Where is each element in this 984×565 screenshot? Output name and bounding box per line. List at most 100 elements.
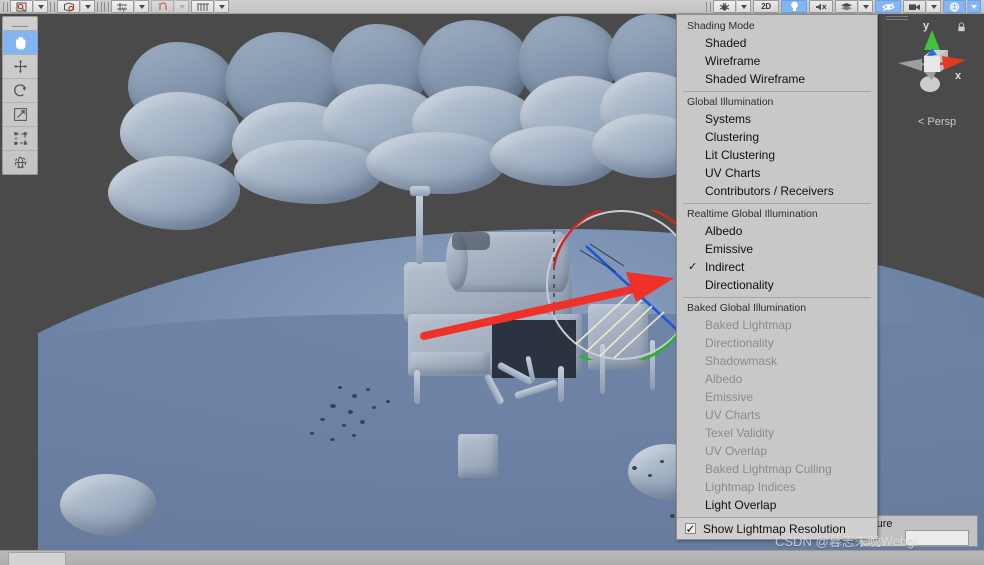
audio-mute-icon bbox=[816, 3, 827, 10]
menu-item-label: Directionality bbox=[705, 278, 774, 292]
menu-item-shaded-wireframe[interactable]: Shaded Wireframe bbox=[677, 70, 877, 88]
camera-settings-arrow[interactable] bbox=[927, 0, 941, 13]
menu-item-baked-lightmap-culling: Baked Lightmap Culling bbox=[677, 460, 877, 478]
pivot-rotation-arrow[interactable] bbox=[34, 0, 48, 13]
menu-item-albedo: Albedo bbox=[677, 370, 877, 388]
rotate-tool[interactable] bbox=[3, 78, 37, 102]
transform-tool[interactable] bbox=[3, 150, 37, 174]
menu-section-header: Global Illumination bbox=[687, 96, 774, 108]
show-lightmap-resolution-row[interactable]: ✓ Show Lightmap Resolution bbox=[677, 517, 877, 539]
debris-speck bbox=[348, 410, 353, 414]
bug-icon bbox=[719, 2, 730, 11]
menu-item-albedo[interactable]: Albedo bbox=[677, 222, 877, 240]
menu-item-lit-clustering[interactable]: Lit Clustering bbox=[677, 146, 877, 164]
scene-audio-toggle[interactable] bbox=[809, 0, 833, 13]
debug-draw-modes-button[interactable] bbox=[713, 0, 736, 13]
pivot-mode-dropdown[interactable] bbox=[57, 0, 80, 13]
snap-increment-arrow[interactable] bbox=[175, 0, 189, 13]
2d-toggle-button[interactable]: 2D bbox=[753, 0, 779, 13]
bottom-status-strip bbox=[0, 550, 984, 565]
menu-item-light-overlap[interactable]: Light Overlap bbox=[677, 496, 877, 514]
tool-palette-grip[interactable] bbox=[3, 23, 37, 30]
rect-transform-icon bbox=[13, 132, 27, 145]
menu-item-clustering[interactable]: Clustering bbox=[677, 128, 877, 146]
rect-tool[interactable] bbox=[3, 126, 37, 150]
gizmos-dropdown[interactable] bbox=[943, 0, 966, 13]
scene-fx-arrow[interactable] bbox=[859, 0, 873, 13]
grid-visibility-dropdown[interactable] bbox=[191, 0, 214, 13]
menu-item-directionality[interactable]: Directionality bbox=[677, 276, 877, 294]
eye-hidden-icon bbox=[881, 2, 895, 11]
show-lightmap-resolution-checkbox[interactable]: ✓ bbox=[685, 523, 696, 535]
scene-fx-dropdown[interactable] bbox=[835, 0, 858, 13]
hand-tool[interactable] bbox=[3, 30, 37, 54]
debug-draw-arrow[interactable] bbox=[737, 0, 751, 13]
light-direction-arrow[interactable] bbox=[420, 264, 680, 344]
toolbar-grip[interactable] bbox=[2, 1, 9, 13]
transform-globe-icon bbox=[14, 156, 26, 169]
menu-item-uv-charts[interactable]: UV Charts bbox=[677, 164, 877, 182]
pivot-rotation-dropdown[interactable] bbox=[10, 0, 33, 13]
menu-item-indirect[interactable]: ✓ Indirect bbox=[677, 258, 877, 276]
axis-gizmo-graphic[interactable] bbox=[880, 18, 984, 114]
pivot-rotation-group bbox=[9, 0, 49, 13]
menu-section-header: Realtime Global Illumination bbox=[687, 208, 818, 220]
grid-visibility-arrow[interactable] bbox=[215, 0, 229, 13]
center-pivot-icon bbox=[63, 1, 74, 12]
menu-item-label: Contributors / Receivers bbox=[705, 184, 834, 198]
menu-item-systems[interactable]: Systems bbox=[677, 110, 877, 128]
scene-fx-group bbox=[834, 0, 874, 13]
scene-lighting-toggle[interactable] bbox=[781, 0, 807, 13]
grid-snap-arrow[interactable] bbox=[135, 0, 149, 13]
rock-formation bbox=[108, 156, 240, 230]
scale-icon bbox=[13, 108, 27, 121]
toolbar-grip[interactable] bbox=[96, 1, 103, 13]
debris-speck bbox=[330, 404, 336, 408]
move-tool[interactable] bbox=[3, 54, 37, 78]
menu-item-emissive[interactable]: Emissive bbox=[677, 240, 877, 258]
camera-settings-dropdown[interactable] bbox=[903, 0, 926, 13]
camera-projection-label[interactable]: < Persp bbox=[892, 116, 982, 128]
machine-leg bbox=[558, 366, 564, 402]
axis-label-y: y bbox=[923, 20, 930, 32]
snap-increment-dropdown[interactable] bbox=[151, 0, 174, 13]
camera-settings-group bbox=[902, 0, 942, 13]
menu-separator bbox=[683, 297, 871, 298]
rotate-icon bbox=[13, 84, 26, 97]
menu-item-label: Light Overlap bbox=[705, 498, 777, 512]
menu-item-label: Directionality bbox=[705, 336, 774, 350]
scene-visibility-toggle[interactable] bbox=[875, 0, 901, 13]
scale-tool[interactable] bbox=[3, 102, 37, 126]
grid-visibility-group bbox=[190, 0, 230, 13]
menu-item-label: Lit Clustering bbox=[705, 148, 776, 162]
menu-item-label: Albedo bbox=[705, 224, 743, 238]
toolbar-grip[interactable] bbox=[103, 1, 110, 13]
pivot-mode-arrow[interactable] bbox=[81, 0, 95, 13]
menu-item-contributors-receivers[interactable]: Contributors / Receivers bbox=[677, 182, 877, 200]
exposure-value-field[interactable] bbox=[905, 530, 969, 546]
toolbar-grip[interactable] bbox=[705, 1, 712, 13]
machine-pipe bbox=[410, 186, 430, 196]
menu-item-uv-overlap: UV Overlap bbox=[677, 442, 877, 460]
grid-snap-group: y bbox=[110, 0, 150, 13]
menu-item-directionality: Directionality bbox=[677, 334, 877, 352]
lock-icon[interactable] bbox=[957, 22, 966, 32]
show-lightmap-resolution-label: Show Lightmap Resolution bbox=[703, 521, 846, 536]
menu-item-label: Baked Lightmap bbox=[705, 318, 792, 332]
menu-item-label: Texel Validity bbox=[705, 426, 775, 440]
scene-orientation-gizmo[interactable]: y x < Persp bbox=[880, 14, 984, 134]
gizmos-arrow[interactable] bbox=[967, 0, 981, 13]
magnet-icon bbox=[157, 1, 167, 10]
bottom-tab[interactable] bbox=[8, 552, 66, 565]
menu-item-shaded[interactable]: Shaded bbox=[677, 34, 877, 52]
debris-speck bbox=[632, 466, 637, 470]
menu-item-label: Shaded Wireframe bbox=[705, 72, 806, 86]
machine-crate bbox=[458, 434, 498, 478]
lightbulb-icon bbox=[790, 1, 798, 11]
menu-item-lightmap-indices: Lightmap Indices bbox=[677, 478, 877, 496]
toolbar-grip[interactable] bbox=[49, 1, 56, 13]
menu-item-wireframe[interactable]: Wireframe bbox=[677, 52, 877, 70]
pivot-icon bbox=[16, 2, 27, 12]
grid-snap-dropdown[interactable]: y bbox=[111, 0, 134, 13]
menu-item-uv-charts: UV Charts bbox=[677, 406, 877, 424]
